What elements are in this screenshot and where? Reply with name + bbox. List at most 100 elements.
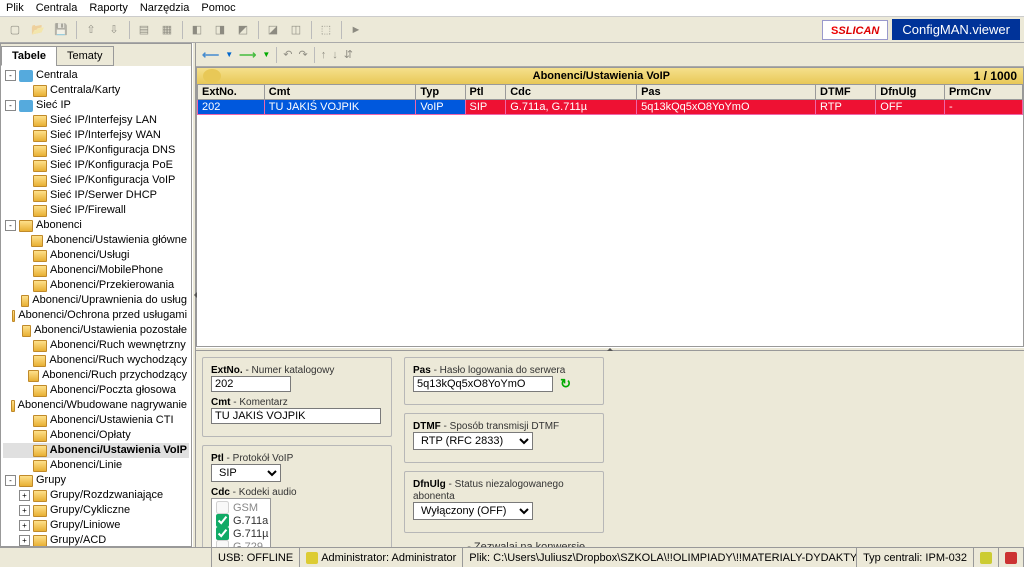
tree-item[interactable]: Sieć IP/Serwer DHCP <box>3 188 189 203</box>
tree-item[interactable]: -Abonenci <box>3 218 189 233</box>
column-header[interactable]: ExtNo. <box>198 85 265 100</box>
tree-item[interactable]: Abonenci/Ustawienia VoIP <box>3 443 189 458</box>
nav-redo-icon[interactable]: ↷ <box>298 48 307 61</box>
expand-icon[interactable]: + <box>19 505 30 516</box>
expand-icon[interactable]: - <box>5 100 16 111</box>
tree-item[interactable]: +Grupy/ACD <box>3 533 189 546</box>
tree-item[interactable]: -Sieć IP <box>3 98 189 113</box>
tree-item[interactable]: Sieć IP/Konfiguracja VoIP <box>3 173 189 188</box>
cell[interactable]: 202 <box>198 100 265 115</box>
column-header[interactable]: DTMF <box>816 85 876 100</box>
cell[interactable]: OFF <box>876 100 945 115</box>
tree-item[interactable]: Sieć IP/Konfiguracja DNS <box>3 143 189 158</box>
ptl-select[interactable]: SIP <box>211 464 281 482</box>
tree-item[interactable]: Abonenci/Ustawienia CTI <box>3 413 189 428</box>
extno-field[interactable] <box>211 376 291 392</box>
column-header[interactable]: Typ <box>416 85 465 100</box>
tree-item[interactable]: Abonenci/Ruch przychodzący <box>3 368 189 383</box>
pas-field[interactable] <box>413 376 553 392</box>
tree-item[interactable]: Centrala/Karty <box>3 83 189 98</box>
tool-save-icon[interactable]: 💾 <box>50 20 72 40</box>
expand-icon[interactable]: + <box>19 490 30 501</box>
tree-item[interactable]: Abonenci/Uprawnienia do usług <box>3 293 189 308</box>
tool-new-icon[interactable]: ▢ <box>4 20 26 40</box>
menu-pomoc[interactable]: Pomoc <box>201 2 235 14</box>
tab-tabele[interactable]: Tabele <box>1 46 57 66</box>
cdc-checkbox[interactable] <box>216 514 229 527</box>
tree-item[interactable]: +Grupy/Liniowe <box>3 518 189 533</box>
tree-item[interactable]: Sieć IP/Konfiguracja PoE <box>3 158 189 173</box>
menu-plik[interactable]: Plik <box>6 2 24 14</box>
tool-misc4-icon[interactable]: ◪ <box>262 20 284 40</box>
column-header[interactable]: Ptl <box>465 85 506 100</box>
tree-item[interactable]: Abonenci/MobilePhone <box>3 263 189 278</box>
tree-item[interactable]: Abonenci/Linie <box>3 458 189 473</box>
horizontal-splitter[interactable] <box>196 347 1024 351</box>
menu-raporty[interactable]: Raporty <box>89 2 128 14</box>
expand-icon[interactable]: - <box>5 70 16 81</box>
column-header[interactable]: Pas <box>637 85 816 100</box>
cell[interactable]: SIP <box>465 100 506 115</box>
tree-item[interactable]: -Grupy <box>3 473 189 488</box>
tree-item[interactable]: Abonenci/Ustawienia główne <box>3 233 189 248</box>
tool-misc5-icon[interactable]: ◫ <box>285 20 307 40</box>
tree-view[interactable]: -CentralaCentrala/Karty-Sieć IPSieć IP/I… <box>1 66 191 546</box>
column-header[interactable]: DfnUlg <box>876 85 945 100</box>
menu-centrala[interactable]: Centrala <box>36 2 78 14</box>
nav-sort-icon[interactable]: ⇵ <box>344 48 353 61</box>
column-header[interactable]: PrmCnv <box>944 85 1022 100</box>
tree-item[interactable]: Sieć IP/Firewall <box>3 203 189 218</box>
tool-config2-icon[interactable]: ▦ <box>156 20 178 40</box>
cell[interactable]: VoIP <box>416 100 465 115</box>
tree-item[interactable]: +Grupy/Cykliczne <box>3 503 189 518</box>
tree-item[interactable]: Abonenci/Opłaty <box>3 428 189 443</box>
column-header[interactable]: Cdc <box>506 85 637 100</box>
tab-tematy[interactable]: Tematy <box>56 46 113 66</box>
tool-play-icon[interactable]: ► <box>345 20 367 40</box>
cell[interactable]: RTP <box>816 100 876 115</box>
table-row[interactable]: 202TU JAKIŚ VOJPIKVoIPSIPG.711a, G.711µ5… <box>198 100 1023 115</box>
tool-download-icon[interactable]: ⇩ <box>103 20 125 40</box>
tree-item[interactable]: Sieć IP/Interfejsy WAN <box>3 128 189 143</box>
nav-down-icon[interactable]: ↓ <box>332 49 338 61</box>
dfnulg-select[interactable]: Wyłączony (OFF) <box>413 502 533 520</box>
nav-back-icon[interactable]: ⟵ <box>202 48 219 62</box>
datagrid[interactable]: ExtNo.CmtTypPtlCdcPasDTMFDfnUlgPrmCnv 20… <box>197 84 1023 115</box>
cell[interactable]: - <box>944 100 1022 115</box>
cmt-field[interactable] <box>211 408 381 424</box>
tool-upload-icon[interactable]: ⇧ <box>80 20 102 40</box>
tree-item[interactable]: -Centrala <box>3 68 189 83</box>
expand-icon[interactable]: + <box>19 535 30 546</box>
tree-item[interactable]: Abonenci/Ruch wewnętrzny <box>3 338 189 353</box>
tool-misc3-icon[interactable]: ◩ <box>232 20 254 40</box>
tool-misc1-icon[interactable]: ◧ <box>186 20 208 40</box>
tool-misc2-icon[interactable]: ◨ <box>209 20 231 40</box>
cell[interactable]: TU JAKIŚ VOJPIK <box>264 100 416 115</box>
nav-up-icon[interactable]: ↑ <box>321 49 327 61</box>
expand-icon[interactable]: + <box>19 520 30 531</box>
cdc-checkbox[interactable] <box>216 527 229 540</box>
tool-open-icon[interactable]: 📂 <box>27 20 49 40</box>
tree-item[interactable]: Abonenci/Usługi <box>3 248 189 263</box>
tree-item[interactable]: Abonenci/Przekierowania <box>3 278 189 293</box>
tree-item[interactable]: Abonenci/Ustawienia pozostałe <box>3 323 189 338</box>
nav-forward-icon[interactable]: ⟶ <box>239 48 256 62</box>
expand-icon[interactable]: - <box>5 220 16 231</box>
nav-undo-icon[interactable]: ↶ <box>283 48 292 61</box>
vertical-splitter[interactable] <box>192 43 196 547</box>
cell[interactable]: G.711a, G.711µ <box>506 100 637 115</box>
menu-narzedzia[interactable]: Narzędzia <box>140 2 190 14</box>
tree-item[interactable]: +Grupy/Rozdzwaniające <box>3 488 189 503</box>
tree-item[interactable]: Abonenci/Wbudowane nagrywanie <box>3 398 189 413</box>
column-header[interactable]: Cmt <box>264 85 416 100</box>
dtmf-select[interactable]: RTP (RFC 2833) <box>413 432 533 450</box>
cell[interactable]: 5q13kQq5xO8YoYmO <box>637 100 816 115</box>
tree-item[interactable]: Abonenci/Ochrona przed usługami <box>3 308 189 323</box>
tool-config1-icon[interactable]: ▤ <box>133 20 155 40</box>
expand-icon[interactable]: - <box>5 475 16 486</box>
tree-item[interactable]: Sieć IP/Interfejsy LAN <box>3 113 189 128</box>
tree-item[interactable]: Abonenci/Ruch wychodzący <box>3 353 189 368</box>
tool-misc6-icon[interactable]: ⬚ <box>315 20 337 40</box>
tree-item[interactable]: Abonenci/Poczta głosowa <box>3 383 189 398</box>
regenerate-password-icon[interactable] <box>560 376 576 392</box>
